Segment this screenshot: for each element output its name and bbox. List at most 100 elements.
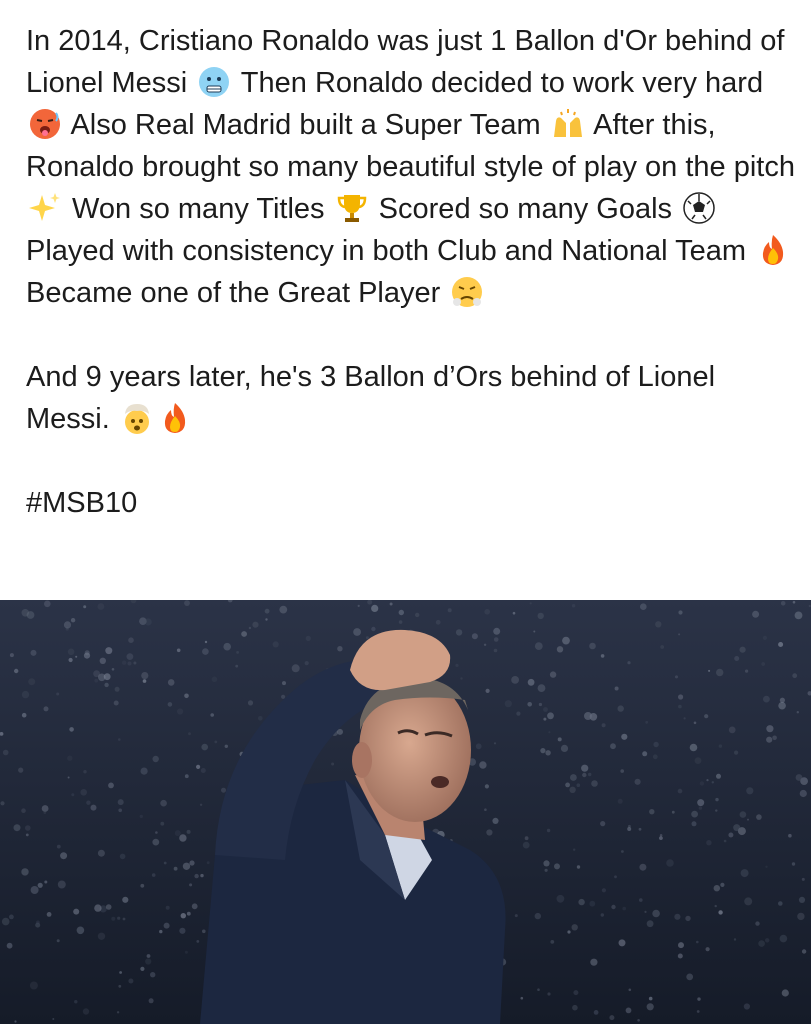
crowd-dot: [204, 640, 208, 644]
crowd-dot: [639, 863, 647, 871]
crowd-dot: [28, 678, 36, 686]
crowd-dot: [184, 600, 190, 606]
crowd-dot: [677, 788, 683, 794]
crowd-dot: [279, 605, 288, 614]
crowd-dot: [167, 702, 173, 707]
crowd-dot: [111, 668, 115, 671]
crowd-dot: [565, 782, 570, 788]
crowd-dot: [471, 633, 478, 640]
crowd-dot: [797, 912, 805, 921]
crowd-dot: [291, 664, 300, 673]
crowd-dot: [144, 618, 152, 626]
crowd-dot: [537, 612, 544, 620]
crowd-dot: [689, 743, 698, 752]
crowd-dot: [75, 655, 78, 658]
crowd-dot: [486, 829, 493, 836]
crowd-dot: [734, 750, 739, 755]
crowd-dot: [68, 657, 73, 663]
hot-face-icon: [28, 107, 62, 141]
crowd-dot: [152, 838, 160, 846]
exploding-head-icon: [120, 401, 154, 435]
crowd-dot: [214, 740, 218, 744]
crowd-dot: [581, 764, 589, 772]
crowd-dot: [728, 832, 734, 838]
hashtag-text[interactable]: #MSB10: [26, 487, 137, 519]
crowd-dot: [524, 836, 529, 841]
crowd-dot: [697, 997, 701, 1001]
crowd-dot: [696, 1010, 700, 1013]
crowd-dot: [186, 911, 191, 916]
soccer-ball-icon: [682, 191, 716, 225]
crowd-dot: [723, 839, 727, 843]
crowd-dot: [639, 898, 643, 902]
crowd-dot: [145, 958, 152, 965]
crowd-dot: [614, 686, 619, 691]
post-photo[interactable]: [0, 600, 811, 1024]
crowd-dot: [389, 602, 393, 606]
crowd-dot: [117, 916, 121, 920]
crowd-dot: [241, 631, 248, 637]
crowd-dot: [264, 608, 270, 614]
crowd-dot: [83, 605, 87, 609]
crowd-dot: [21, 690, 30, 699]
crowd-dot: [576, 865, 581, 869]
crowd-dot: [591, 780, 598, 787]
crowd-dot: [117, 799, 124, 806]
crowd-dot: [560, 744, 569, 752]
crowd-dot: [67, 648, 75, 656]
crowd-dot: [30, 886, 39, 894]
crowd-dot: [743, 1003, 751, 1010]
crowd-dot: [637, 1019, 640, 1022]
crowd-dot: [762, 635, 768, 640]
crowd-dot: [648, 996, 653, 1001]
mouth: [431, 776, 449, 788]
crowd-dot: [493, 742, 497, 745]
crowd-dot: [694, 757, 702, 764]
crowd-dot: [781, 989, 789, 997]
crowd-dot: [29, 981, 38, 990]
crowd-dot: [80, 789, 87, 796]
crowd-dot: [792, 600, 796, 604]
crowd-dot: [678, 942, 684, 949]
post-caption: In 2014, Cristiano Ronaldo was just 1 Ba…: [26, 20, 796, 524]
crowd-dot: [282, 681, 286, 686]
crowd-dot: [224, 744, 228, 748]
crowd-dot: [186, 829, 191, 834]
hashtag-link[interactable]: #MSB10: [26, 482, 796, 524]
crowd-dot: [221, 787, 226, 793]
crowd-dot: [202, 648, 209, 655]
crowd-dot: [778, 901, 783, 906]
crowd-dot: [86, 800, 91, 805]
crowd-dot: [747, 818, 749, 821]
crowd-dot: [716, 668, 724, 677]
crowd-dot: [118, 984, 122, 988]
crowd-dot: [527, 678, 535, 686]
crowd-dot: [139, 814, 143, 819]
crowd-dot: [788, 833, 792, 838]
crowd-dot: [544, 868, 548, 872]
crowd-dot: [90, 804, 97, 811]
crowd-dot: [196, 940, 200, 943]
crowd-dot: [206, 861, 210, 865]
crowd-dot: [678, 694, 684, 700]
crowd-dot: [455, 663, 459, 667]
crowd-dot: [281, 694, 286, 699]
crowd-dot: [640, 603, 647, 610]
crowd-dot: [746, 787, 754, 795]
trophy-icon: [335, 191, 369, 225]
crowd-dot: [733, 824, 741, 832]
crowd-dot: [678, 610, 683, 615]
crowd-dot: [200, 768, 206, 773]
crowd-dot: [686, 973, 694, 981]
crowd-dot: [655, 621, 662, 628]
crowd-dot: [693, 721, 697, 725]
crowd-dot: [189, 883, 193, 887]
crowd-dot: [140, 966, 145, 971]
crowd-dot: [715, 797, 719, 802]
crowd-dot: [756, 814, 762, 820]
crowd-dot: [543, 707, 548, 712]
crowd-dot: [41, 805, 49, 812]
crowd-dot: [179, 834, 187, 842]
crowd-dot: [562, 636, 570, 645]
crowd-dot: [483, 643, 487, 646]
